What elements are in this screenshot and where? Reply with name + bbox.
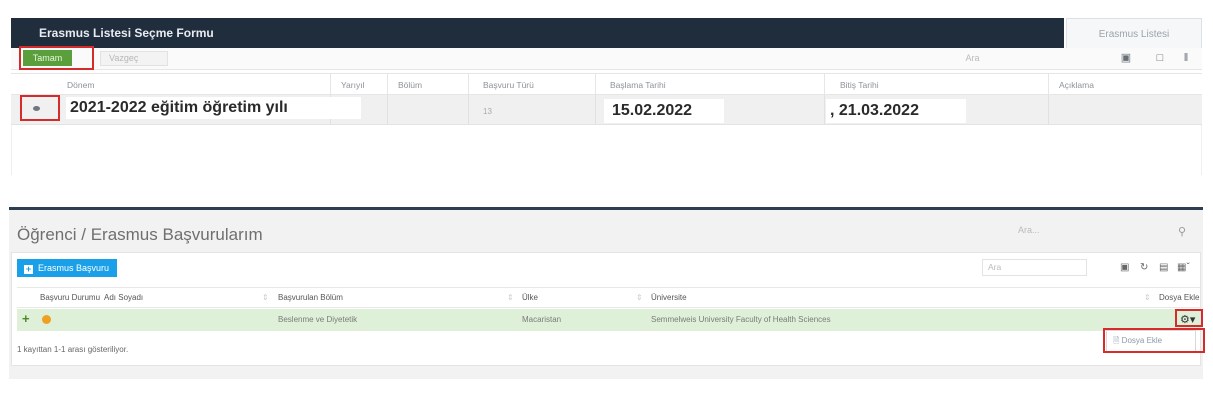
col-aciklama[interactable]: Açıklama (1059, 80, 1094, 90)
highlight-dosya-ekle (1103, 328, 1205, 353)
table-search-input[interactable]: Ara (982, 259, 1087, 276)
refresh-icon[interactable]: ↻ (1140, 262, 1148, 273)
col-basvuru-durumu[interactable]: Başvuru Durumu (40, 293, 100, 302)
refresh-icon[interactable]: □ (1153, 52, 1167, 64)
highlight-gear (1175, 309, 1203, 327)
table-header: Başvuru Durumu Adı Soyadı ⇕ Başvurulan B… (17, 287, 1200, 308)
basvuru-turu-value: 13 (483, 107, 492, 116)
ulke-value: Macaristan (522, 315, 562, 324)
print-icon[interactable]: ▣ (1119, 52, 1133, 64)
search-input[interactable]: Ara (900, 51, 1045, 66)
columns-icon[interactable]: ‖ (1179, 52, 1193, 64)
form-title: Erasmus Listesi Seçme Formu (39, 26, 214, 40)
sort-icon[interactable]: ⇕ (1144, 293, 1151, 302)
grid-header: Dönem Yarıyıl Bölüm Başvuru Türü Başlama… (11, 73, 1202, 96)
tab-erasmus-listesi[interactable]: Erasmus Listesi (1066, 18, 1202, 48)
bolum-value: Beslenme ve Diyetetik (278, 315, 358, 324)
col-universite[interactable]: Üniversite (651, 293, 687, 302)
page-search-input[interactable]: Ara... (1018, 225, 1098, 235)
grid-menu-icon[interactable]: ▦ˇ (1177, 262, 1190, 273)
sort-icon[interactable]: ⇕ (507, 293, 514, 302)
search-icon[interactable]: ⚲ (1178, 225, 1186, 238)
col-bitis-tarihi[interactable]: Bitiş Tarihi (840, 80, 879, 90)
col-basvuru-turu[interactable]: Başvuru Türü (483, 80, 534, 90)
plus-icon: + (24, 264, 33, 274)
columns-icon[interactable]: ▤ (1159, 262, 1168, 273)
status-icon (42, 315, 51, 324)
expand-icon[interactable]: + (22, 311, 30, 326)
col-basvurulan-bolum[interactable]: Başvurulan Bölüm (278, 293, 343, 302)
bitis-tarihi-value: , 21.03.2022 (826, 99, 966, 123)
print-icon[interactable]: ▣ (1120, 262, 1129, 273)
baslama-tarihi-value: 15.02.2022 (604, 99, 724, 123)
col-donem[interactable]: Dönem (67, 80, 94, 90)
col-baslama-tarihi[interactable]: Başlama Tarihi (610, 80, 666, 90)
universite-value: Semmelweis University Faculty of Health … (651, 315, 831, 324)
col-dosya-ekle[interactable]: Dosya Ekle (1159, 293, 1199, 302)
col-bolum[interactable]: Bölüm (398, 80, 422, 90)
highlight-view (20, 95, 60, 121)
erasmus-basvuru-button[interactable]: + Erasmus Başvuru (17, 259, 117, 277)
pagination-info: 1 kayıttan 1-1 arası gösteriliyor. (17, 345, 129, 354)
col-adi-soyadi[interactable]: Adı Soyadı (104, 293, 143, 302)
donem-value: 2021-2022 eğitim öğretim yılı (66, 97, 361, 119)
sort-icon[interactable]: ⇕ (262, 293, 269, 302)
grid-empty-area (11, 125, 1202, 175)
highlight-tamam (19, 46, 94, 70)
vazgec-button[interactable]: Vazgeç (100, 51, 168, 66)
page-title: Öğrenci / Erasmus Başvurularım (17, 225, 263, 244)
table-row[interactable]: Beslenme ve Diyetetik Macaristan Semmelw… (17, 309, 1200, 331)
tab-label: Erasmus Listesi (1098, 29, 1170, 40)
form-header: Erasmus Listesi Seçme Formu (11, 18, 1064, 48)
col-yariyil[interactable]: Yarıyıl (341, 80, 364, 90)
col-ulke[interactable]: Ülke (522, 293, 538, 302)
sort-icon[interactable]: ⇕ (636, 293, 643, 302)
erasmus-basvuru-label: Erasmus Başvuru (38, 263, 110, 273)
